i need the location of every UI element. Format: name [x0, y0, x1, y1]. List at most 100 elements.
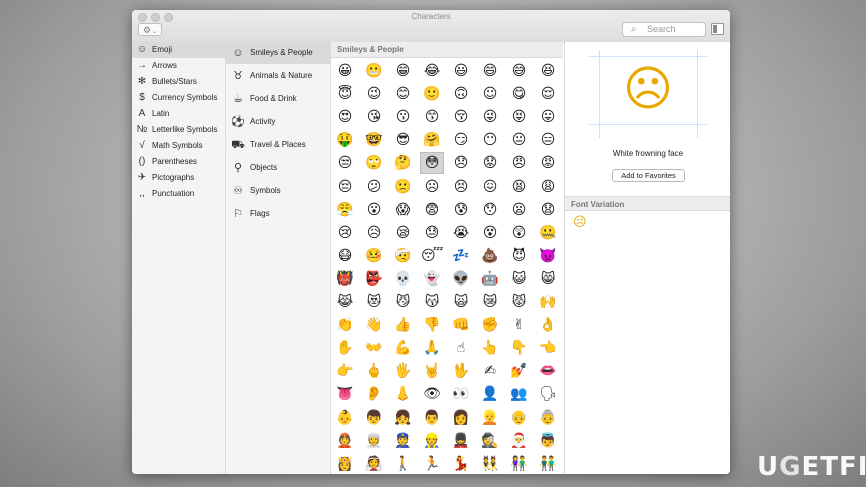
- emoji-cell[interactable]: 😃: [450, 61, 472, 81]
- category-item[interactable]: → Arrows: [132, 58, 225, 74]
- emoji-cell[interactable]: 👱: [479, 408, 501, 428]
- emoji-cell[interactable]: 👴: [508, 408, 530, 428]
- emoji-cell[interactable]: 😄: [479, 61, 501, 81]
- emoji-cell[interactable]: 👏: [334, 315, 356, 335]
- emoji-cell[interactable]: 😹: [334, 292, 356, 312]
- emoji-cell[interactable]: ☹: [421, 177, 443, 197]
- emoji-cell[interactable]: 👸: [334, 454, 356, 474]
- emoji-cell[interactable]: 👍: [392, 315, 414, 335]
- emoji-cell[interactable]: 😳: [420, 152, 444, 175]
- emoji-cell[interactable]: 😒: [334, 153, 356, 173]
- category-item[interactable]: ✻ Bullets/Stars: [132, 74, 225, 90]
- emoji-cell[interactable]: 👻: [421, 269, 443, 289]
- emoji-cell[interactable]: 😸: [537, 269, 559, 289]
- emoji-cell[interactable]: 👼: [537, 431, 559, 451]
- emoji-cell[interactable]: 👆: [479, 338, 501, 358]
- emoji-cell[interactable]: 😠: [508, 153, 530, 173]
- emoji-cell[interactable]: 💂: [450, 431, 472, 451]
- emoji-cell[interactable]: 😦: [508, 200, 530, 220]
- font-variation-item[interactable]: ☹: [573, 215, 587, 230]
- emoji-cell[interactable]: 😓: [421, 223, 443, 243]
- emoji-cell[interactable]: 😕: [363, 177, 385, 197]
- emoji-cell[interactable]: 🤘: [421, 361, 443, 381]
- emoji-cell[interactable]: ✍: [479, 361, 501, 381]
- emoji-cell[interactable]: 🙁: [392, 177, 414, 197]
- emoji-cell[interactable]: 👁: [421, 384, 443, 404]
- emoji-cell[interactable]: 👌: [537, 315, 559, 335]
- emoji-cell[interactable]: 👤: [479, 384, 501, 404]
- emoji-cell[interactable]: 😯: [479, 200, 501, 220]
- emoji-cell[interactable]: 😱: [392, 200, 414, 220]
- subcategory-item[interactable]: ⚽ Activity: [226, 111, 330, 133]
- emoji-cell[interactable]: 🙃: [450, 84, 472, 104]
- emoji-cell[interactable]: 😙: [421, 107, 443, 127]
- emoji-cell[interactable]: 🤔: [392, 153, 414, 173]
- emoji-cell[interactable]: 🙂: [421, 84, 443, 104]
- emoji-cell[interactable]: 👊: [450, 315, 472, 335]
- emoji-cell[interactable]: 🤖: [479, 269, 501, 289]
- emoji-cell[interactable]: 😘: [363, 107, 385, 127]
- emoji-cell[interactable]: 😀: [334, 61, 356, 81]
- emoji-cell[interactable]: 🎅: [508, 431, 530, 451]
- emoji-cell[interactable]: 👨: [421, 408, 443, 428]
- emoji-cell[interactable]: 😲: [508, 223, 530, 243]
- emoji-cell[interactable]: 💃: [450, 454, 472, 474]
- emoji-cell[interactable]: 💩: [479, 246, 501, 266]
- emoji-cell[interactable]: 😻: [363, 292, 385, 312]
- emoji-cell[interactable]: 😤: [334, 200, 356, 220]
- emoji-cell[interactable]: 😋: [508, 84, 530, 104]
- emoji-cell[interactable]: 😂: [421, 61, 443, 81]
- emoji-cell[interactable]: 😡: [537, 153, 559, 173]
- emoji-cell[interactable]: 👯: [479, 454, 501, 474]
- subcategory-item[interactable]: ♉ Animals & Nature: [226, 65, 330, 87]
- subcategory-item[interactable]: ⛟ Travel & Places: [226, 134, 330, 156]
- emoji-cell[interactable]: 👃: [392, 384, 414, 404]
- emoji-cell[interactable]: 😎: [392, 130, 414, 150]
- emoji-cell[interactable]: 👽: [450, 269, 472, 289]
- emoji-cell[interactable]: 😶: [479, 130, 501, 150]
- category-item[interactable]: ,, Punctuation: [132, 186, 225, 202]
- emoji-cell[interactable]: 😭: [450, 223, 472, 243]
- emoji-cell[interactable]: 👂: [363, 384, 385, 404]
- emoji-cell[interactable]: 😔: [334, 177, 356, 197]
- emoji-cell[interactable]: 👋: [363, 315, 385, 335]
- emoji-cell[interactable]: 👿: [537, 246, 559, 266]
- emoji-cell[interactable]: 😅: [508, 61, 530, 81]
- emoji-cell[interactable]: 😊: [392, 84, 414, 104]
- emoji-cell[interactable]: 😛: [537, 107, 559, 127]
- emoji-cell[interactable]: 🖐: [392, 361, 414, 381]
- emoji-cell[interactable]: 💪: [392, 338, 414, 358]
- emoji-cell[interactable]: 😆: [537, 61, 559, 81]
- emoji-cell[interactable]: 😏: [450, 130, 472, 150]
- category-item[interactable]: ☺ Emoji: [132, 42, 225, 58]
- emoji-cell[interactable]: 👬: [537, 454, 559, 474]
- emoji-cell[interactable]: 👐: [363, 338, 385, 358]
- emoji-cell[interactable]: 👳: [363, 431, 385, 451]
- emoji-cell[interactable]: 😽: [421, 292, 443, 312]
- emoji-cell[interactable]: 🤕: [392, 246, 414, 266]
- subcategory-item[interactable]: ☕ Food & Drink: [226, 88, 330, 110]
- emoji-cell[interactable]: 🤐: [537, 223, 559, 243]
- emoji-cell[interactable]: 😬: [363, 61, 385, 81]
- emoji-cell[interactable]: 👦: [363, 408, 385, 428]
- emoji-cell[interactable]: 🕵: [479, 431, 501, 451]
- emoji-cell[interactable]: 👫: [508, 454, 530, 474]
- emoji-cell[interactable]: 👈: [537, 338, 559, 358]
- emoji-cell[interactable]: 😟: [479, 153, 501, 173]
- emoji-cell[interactable]: 😴: [421, 246, 443, 266]
- emoji-cell[interactable]: 👷: [421, 431, 443, 451]
- emoji-cell[interactable]: 😚: [450, 107, 472, 127]
- subcategory-item[interactable]: ⚲ Objects: [226, 157, 330, 179]
- emoji-cell[interactable]: 😑: [537, 130, 559, 150]
- emoji-cell[interactable]: 🏃: [421, 454, 443, 474]
- emoji-cell[interactable]: ✋: [334, 338, 356, 358]
- emoji-cell[interactable]: 😍: [334, 107, 356, 127]
- emoji-cell[interactable]: 😜: [479, 107, 501, 127]
- emoji-cell[interactable]: 🤒: [363, 246, 385, 266]
- emoji-cell[interactable]: 😫: [508, 177, 530, 197]
- emoji-cell[interactable]: 👹: [334, 269, 356, 289]
- emoji-cell[interactable]: 💀: [392, 269, 414, 289]
- emoji-cell[interactable]: 😺: [508, 269, 530, 289]
- emoji-cell[interactable]: 🗣: [537, 384, 559, 404]
- emoji-cell[interactable]: 😐: [508, 130, 530, 150]
